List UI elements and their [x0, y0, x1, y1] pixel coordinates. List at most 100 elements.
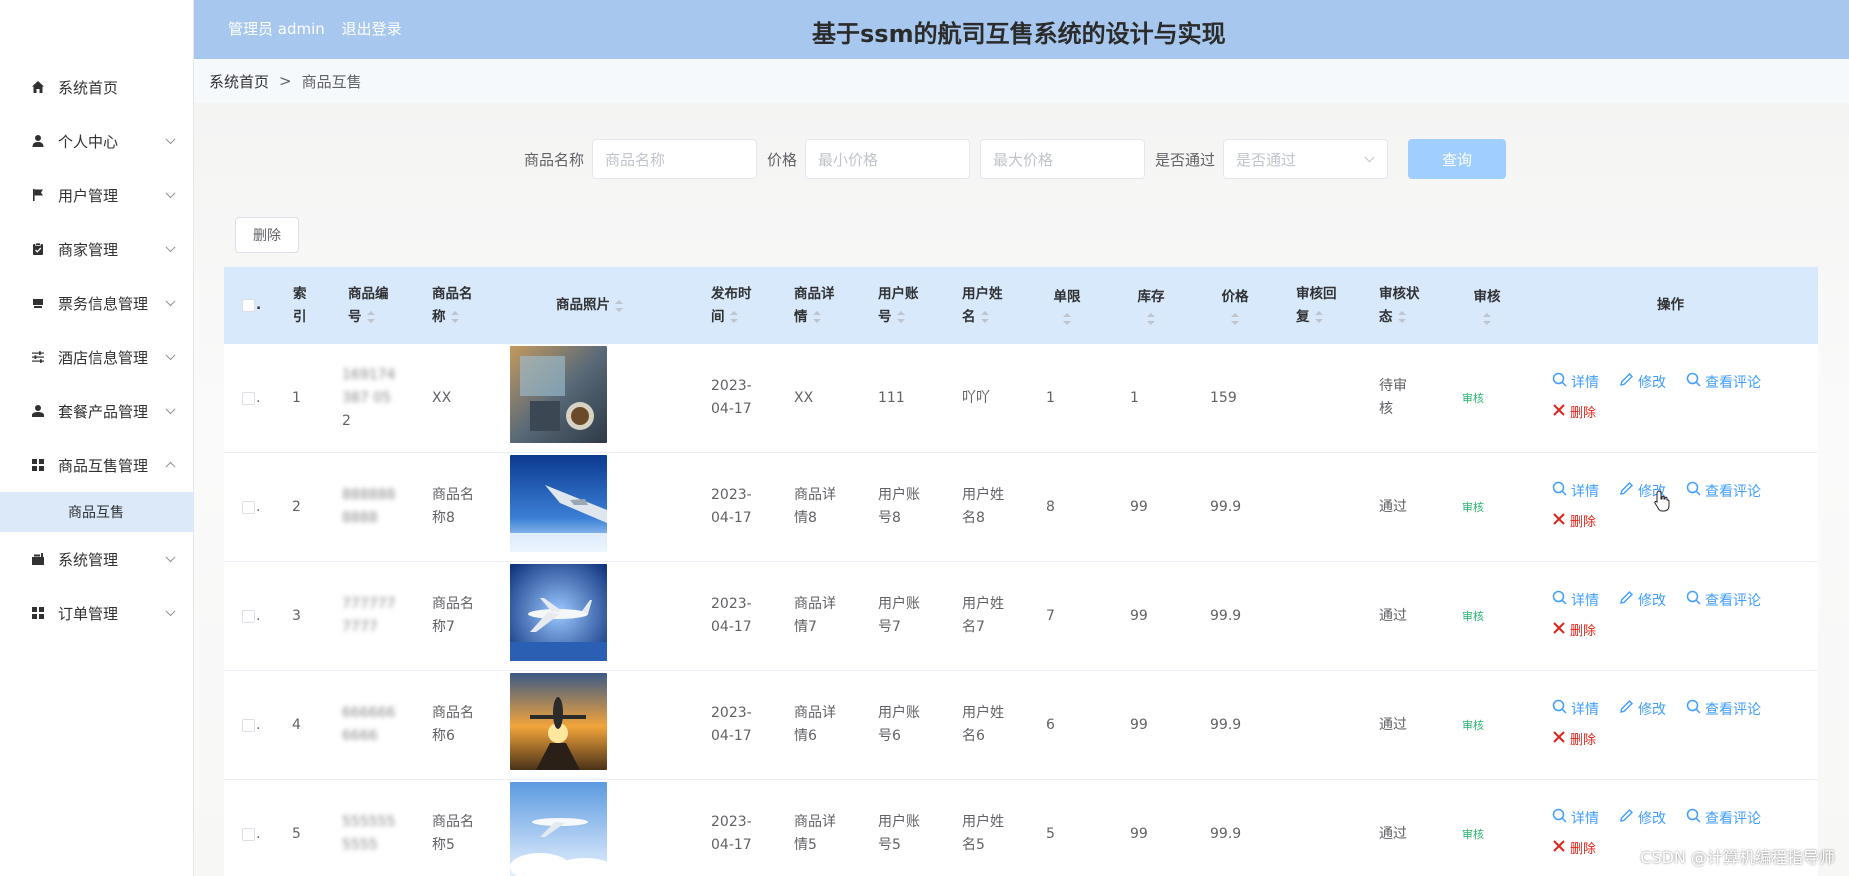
- row-checkbox[interactable]: [242, 609, 255, 623]
- date-line-1: 2023-: [711, 596, 752, 612]
- breadcrumb-home[interactable]: 系统首页: [209, 71, 269, 92]
- cell-code: 888888 8888: [342, 453, 398, 561]
- delete-label: 删除: [1570, 514, 1597, 530]
- header-date-label: 发布时间: [711, 285, 752, 325]
- batch-delete-button[interactable]: 删除: [235, 217, 299, 253]
- view-comments-button[interactable]: 查看评论: [1686, 477, 1761, 507]
- sidebar-item-1[interactable]: 个人中心: [0, 114, 194, 168]
- sidebar-item-4[interactable]: 票务信息管理: [0, 276, 194, 330]
- detail-button[interactable]: 详情: [1552, 695, 1599, 725]
- header-code-label: 商品编号: [348, 285, 389, 325]
- audit-button[interactable]: 审核: [1462, 387, 1484, 410]
- search-icon: [1686, 808, 1705, 831]
- delete-button[interactable]: 删除: [1552, 616, 1596, 646]
- header-status[interactable]: 审核状态: [1379, 267, 1425, 344]
- edit-button[interactable]: 修改: [1619, 804, 1666, 834]
- header-audit[interactable]: 审核: [1472, 267, 1502, 344]
- cell-username: 用户姓名5: [962, 780, 1004, 876]
- sort-icon: [729, 310, 738, 323]
- max-price-input[interactable]: 最大价格: [980, 139, 1146, 179]
- delete-button[interactable]: 删除: [1552, 834, 1596, 864]
- edit-button[interactable]: 修改: [1619, 368, 1666, 398]
- cell-limit: 8: [1046, 498, 1055, 515]
- name-line-2: 称5: [432, 837, 455, 853]
- header-photo[interactable]: 商品照片: [556, 267, 623, 344]
- edit-button[interactable]: 修改: [1619, 695, 1666, 725]
- detail-button[interactable]: 详情: [1552, 804, 1599, 834]
- header-reply[interactable]: 审核回复: [1296, 267, 1342, 344]
- delete-button[interactable]: 删除: [1552, 507, 1596, 537]
- row-checkbox[interactable]: [242, 827, 255, 841]
- header-photo-label: 商品照片: [556, 297, 610, 313]
- logout-link[interactable]: 退出登录: [342, 20, 402, 38]
- table-row: . 5 555555 5555 商品名 称5 2023- 04-17 商品详 情5 用户账 号5 用户姓…: [224, 780, 1818, 876]
- username-line-2: 名5: [962, 837, 985, 853]
- product-photo[interactable]: [510, 454, 607, 560]
- cell-date: 2023- 04-17: [711, 453, 752, 561]
- header-limit-label: 单限: [1053, 289, 1081, 305]
- account-line-2: 号6: [878, 728, 901, 744]
- product-photo[interactable]: [510, 563, 607, 669]
- audit-button[interactable]: 审核: [1462, 605, 1484, 628]
- header-detail[interactable]: 商品详情: [794, 267, 840, 344]
- product-photo[interactable]: [510, 672, 607, 778]
- detail-button[interactable]: 详情: [1552, 586, 1599, 616]
- name-input[interactable]: 商品名称: [592, 139, 758, 179]
- cell-index: 4: [292, 716, 301, 733]
- sidebar-item-3[interactable]: 商家管理: [0, 222, 194, 276]
- header-index: 索引: [292, 267, 316, 344]
- header-price[interactable]: 价格: [1220, 267, 1250, 344]
- audit-button[interactable]: 审核: [1462, 714, 1484, 737]
- sidebar-item-7[interactable]: 商品互售管理: [0, 438, 194, 492]
- sidebar-item-2[interactable]: 用户管理: [0, 168, 194, 222]
- username-line-1: 用户姓: [962, 814, 1004, 830]
- view-comments-button[interactable]: 查看评论: [1686, 695, 1761, 725]
- name-placeholder: 商品名称: [605, 150, 666, 169]
- row-checkbox[interactable]: [242, 718, 255, 732]
- search-icon: [1552, 372, 1571, 395]
- delete-label: 删除: [1570, 841, 1597, 857]
- header-stock[interactable]: 库存: [1136, 267, 1166, 344]
- table-row: . 1 169174 387 05 2 XX 2023- 04-17 XX 111 吖吖 1 1 159 待…: [224, 344, 1818, 453]
- edit-button[interactable]: 修改: [1619, 586, 1666, 616]
- audit-button[interactable]: 审核: [1462, 823, 1484, 846]
- pass-placeholder: 是否通过: [1236, 150, 1297, 169]
- header-code[interactable]: 商品编号: [348, 267, 394, 344]
- sidebar-item-6[interactable]: 套餐产品管理: [0, 384, 194, 438]
- header-account[interactable]: 用户账号: [878, 267, 924, 344]
- product-photo[interactable]: [510, 345, 607, 451]
- header-date[interactable]: 发布时间: [711, 267, 757, 344]
- row-checkbox[interactable]: [242, 500, 255, 514]
- header-name[interactable]: 商品名称: [432, 267, 478, 344]
- view-comments-button[interactable]: 查看评论: [1686, 586, 1761, 616]
- sidebar-item-9[interactable]: 订单管理: [0, 586, 194, 640]
- sidebar-item-0[interactable]: 系统首页: [0, 60, 194, 114]
- delete-button[interactable]: 删除: [1552, 398, 1596, 428]
- cell-detail: 商品详 情7: [794, 562, 836, 670]
- sidebar-item-label: 订单管理: [58, 604, 119, 623]
- search-icon: [1552, 481, 1571, 504]
- row-checkbox[interactable]: [242, 391, 255, 405]
- delete-button[interactable]: 删除: [1552, 725, 1596, 755]
- detail-button[interactable]: 详情: [1552, 477, 1599, 507]
- main-content: 商品名称 商品名称 价格 最小价格 最大价格 是否通过 是否通过 查询 删除 .…: [194, 103, 1849, 876]
- pass-select[interactable]: 是否通过: [1223, 139, 1389, 179]
- submenu-item-active[interactable]: 商品互售: [0, 492, 194, 532]
- edit-label: 修改: [1638, 592, 1666, 609]
- header-limit[interactable]: 单限: [1052, 267, 1082, 344]
- header-username[interactable]: 用户姓名: [962, 267, 1008, 344]
- product-photo[interactable]: [510, 781, 615, 876]
- cell-photo: [510, 453, 607, 561]
- sidebar-item-5[interactable]: 酒店信息管理: [0, 330, 194, 384]
- detail-button[interactable]: 详情: [1552, 368, 1599, 398]
- sidebar-item-8[interactable]: 系统管理: [0, 532, 194, 586]
- edit-icon: [1619, 590, 1638, 613]
- view-comments-button[interactable]: 查看评论: [1686, 804, 1761, 834]
- min-price-input[interactable]: 最小价格: [805, 139, 971, 179]
- query-button[interactable]: 查询: [1408, 139, 1507, 179]
- select-all-checkbox[interactable]: [242, 299, 255, 312]
- search-bar: 商品名称 商品名称 价格 最小价格 最大价格 是否通过 是否通过 查询: [524, 139, 1507, 179]
- view-comments-button[interactable]: 查看评论: [1686, 368, 1761, 398]
- status-line-1: 通过: [1379, 607, 1407, 624]
- audit-button[interactable]: 审核: [1462, 496, 1484, 519]
